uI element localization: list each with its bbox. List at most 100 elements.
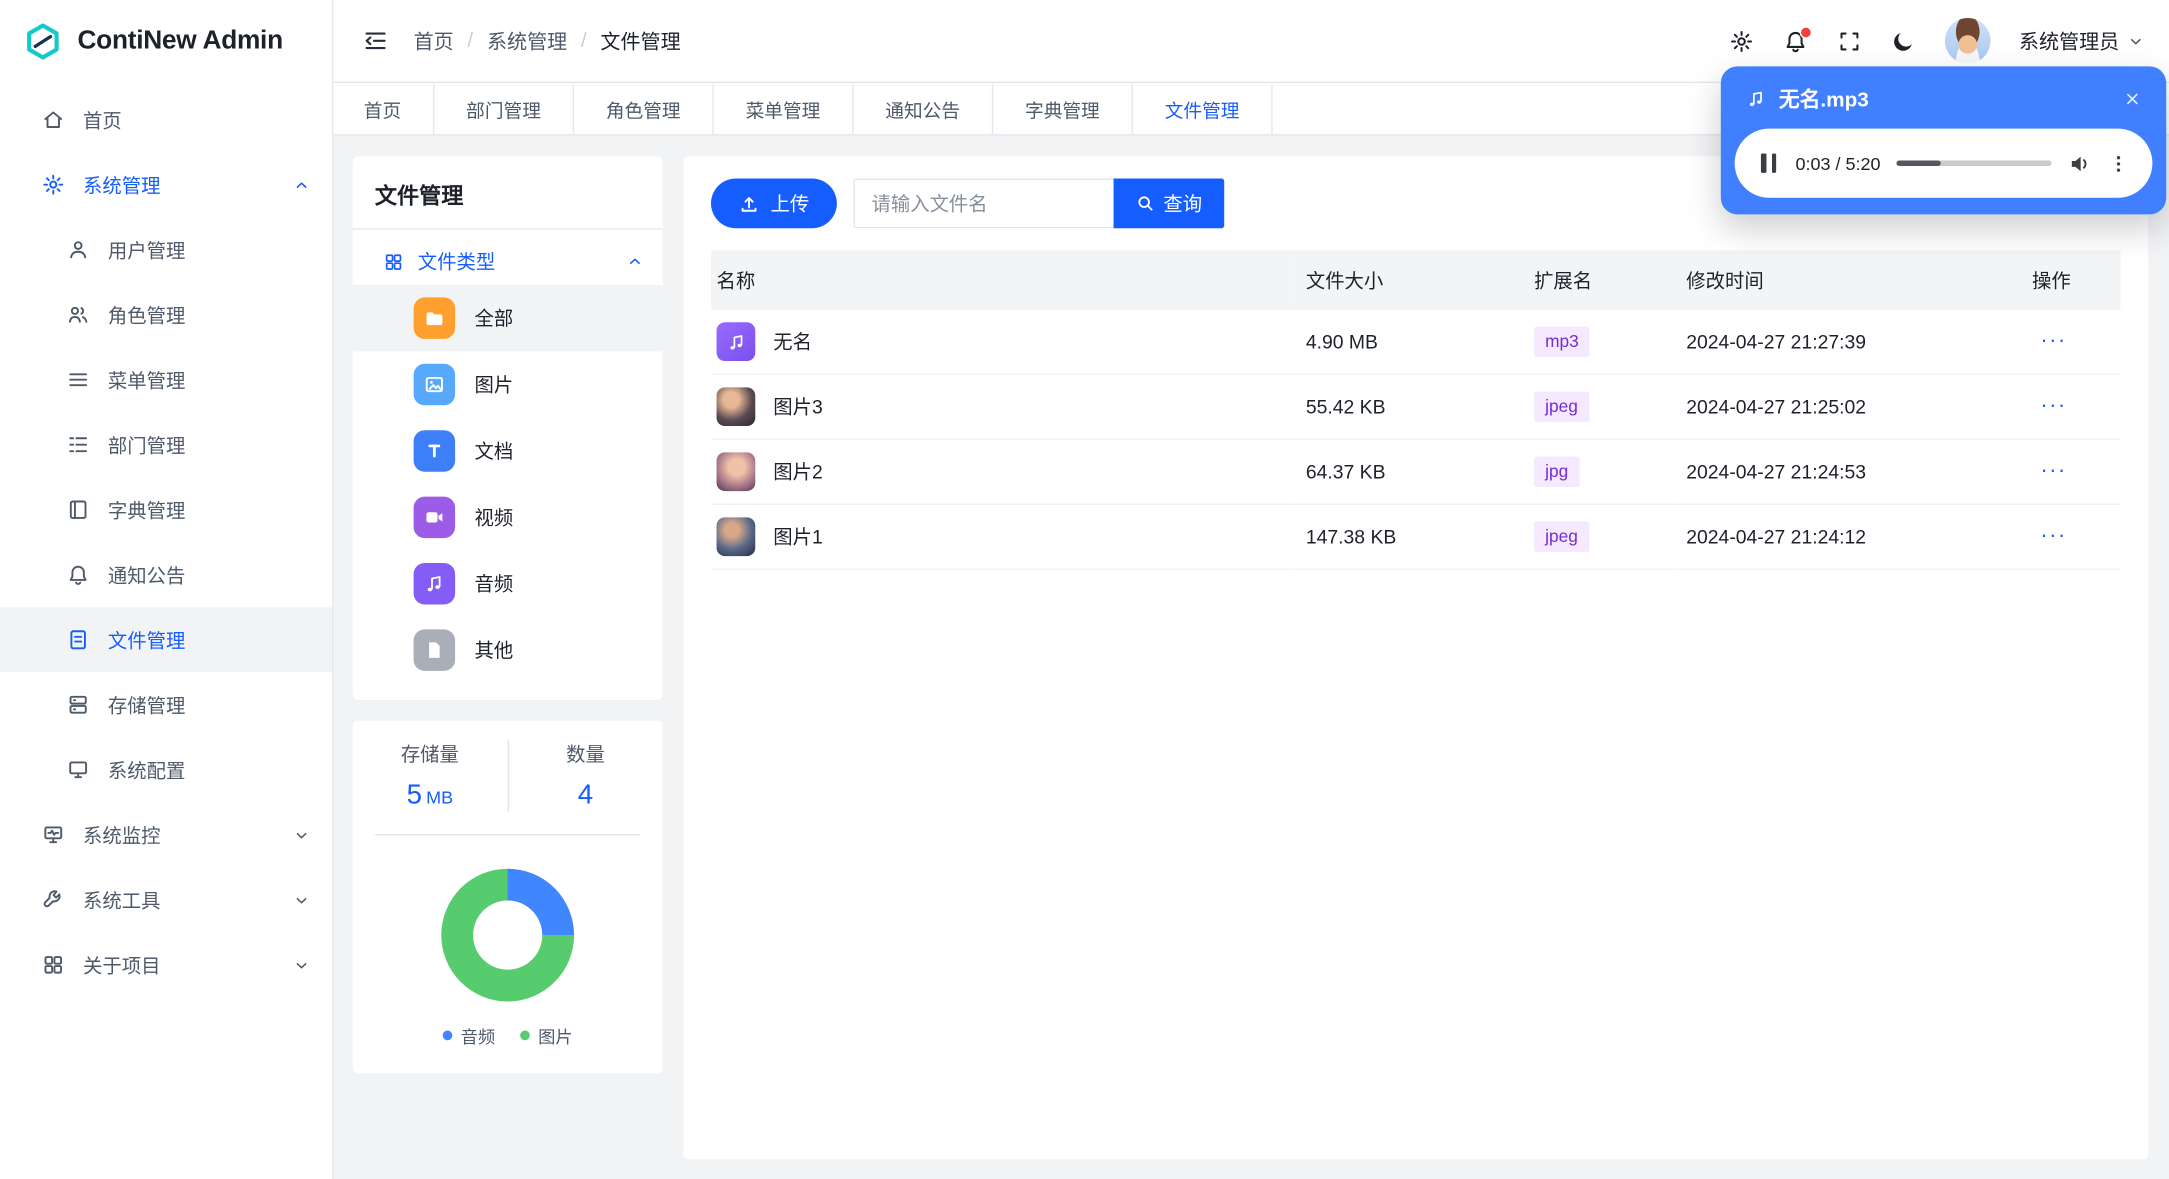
file-type-label: 视频 (474, 506, 514, 529)
sidebar-item-user-management[interactable]: 用户管理 (0, 217, 332, 282)
sidebar-collapse-button[interactable] (357, 22, 394, 59)
image-thumbnail (716, 517, 756, 557)
column-header-modified: 修改时间 (1675, 250, 2021, 310)
file-type-image[interactable]: 图片 (353, 351, 663, 417)
audio-title: 无名.mp3 (1778, 88, 1869, 113)
search-button[interactable]: 查询 (1113, 178, 1225, 229)
main-content: 文件管理 文件类型 全部 图片 文档 视频 音频 其他 存储量 5 MB 数量 … (331, 135, 2169, 1179)
file-size: 55.42 KB (1294, 374, 1524, 440)
legend-item-audio: 音频 (442, 1022, 495, 1048)
table-row: 图片2 64.37 KB jpg 2024-04-27 21:24:53 ··· (711, 439, 2121, 505)
sidebar-item-system-tools[interactable]: 系统工具 (0, 867, 332, 932)
app-window: ContiNew Admin 首页 系统管理 用户管理 角色管理 菜单管理 部门… (0, 0, 2169, 1179)
count-stat: 数量 4 (508, 740, 662, 812)
sidebar-item-menu-management[interactable]: 菜单管理 (0, 347, 332, 412)
row-actions-button[interactable]: ··· (2032, 456, 2075, 486)
tab-dict[interactable]: 字典管理 (993, 84, 1133, 135)
file-size: 147.38 KB (1294, 504, 1524, 570)
sidebar-item-about-project[interactable]: 关于项目 (0, 932, 332, 997)
file-type-tree-node[interactable]: 文件类型 (353, 230, 663, 285)
file-type-document[interactable]: 文档 (353, 418, 663, 484)
sidebar-item-dict-management[interactable]: 字典管理 (0, 477, 332, 542)
sidebar-item-notice[interactable]: 通知公告 (0, 542, 332, 607)
breadcrumb-home[interactable]: 首页 (414, 26, 454, 55)
sidebar-menu: 首页 系统管理 用户管理 角色管理 菜单管理 部门管理 字典管理 通知公告 文件… (0, 83, 332, 997)
audio-player-header: 无名.mp3 (1735, 77, 2153, 128)
sidebar-item-system-config[interactable]: 系统配置 (0, 737, 332, 802)
row-actions-button[interactable]: ··· (2032, 326, 2075, 356)
close-button[interactable] (2121, 87, 2145, 111)
tab-menu[interactable]: 菜单管理 (714, 84, 854, 135)
user-menu[interactable]: 系统管理员 (2019, 26, 2144, 55)
file-size: 64.37 KB (1294, 439, 1524, 505)
chevron-down-icon (293, 957, 310, 974)
sidebar-item-home[interactable]: 首页 (0, 87, 332, 152)
logo-icon (27, 23, 59, 60)
column-header-actions: 操作 (2020, 250, 2121, 310)
sidebar-item-storage-management[interactable]: 存储管理 (0, 672, 332, 737)
music-icon (413, 562, 456, 605)
sidebar-item-department-management[interactable]: 部门管理 (0, 412, 332, 477)
monitor-pulse-icon (41, 823, 65, 847)
tab-department[interactable]: 部门管理 (434, 84, 575, 135)
seek-slider[interactable] (1897, 160, 2052, 166)
row-actions-button[interactable]: ··· (2032, 391, 2075, 421)
music-file-icon (716, 322, 756, 362)
upload-button[interactable]: 上传 (711, 178, 837, 229)
tab-file-management[interactable]: 文件管理 (1133, 84, 1273, 135)
chevron-down-icon (2130, 38, 2141, 44)
sidebar-item-system-management[interactable]: 系统管理 (0, 152, 332, 217)
legend-dot (520, 1030, 530, 1041)
file-type-label: 其他 (474, 639, 514, 662)
storage-icon (66, 693, 90, 717)
tab-role[interactable]: 角色管理 (574, 84, 714, 135)
volume-button[interactable] (2068, 151, 2092, 175)
storage-number: 5 (406, 780, 422, 811)
storage-unit: MB (426, 787, 454, 808)
sidebar-item-file-management[interactable]: 文件管理 (0, 607, 332, 673)
storage-label: 存储量 (400, 742, 459, 765)
row-actions-button[interactable]: ··· (2032, 522, 2075, 552)
gear-icon (1730, 30, 1752, 52)
stats-row: 存储量 5 MB 数量 4 (353, 740, 663, 812)
chevron-up-icon (627, 253, 644, 270)
player-progress-fill (1897, 160, 1941, 166)
playback-time: 0:03 / 5:20 (1795, 152, 1881, 174)
upload-label: 上传 (770, 192, 810, 215)
sidebar-item-system-monitor[interactable]: 系统监控 (0, 802, 332, 867)
app-logo: ContiNew Admin (0, 0, 332, 83)
sidebar-item-role-management[interactable]: 角色管理 (0, 282, 332, 347)
user-icon (66, 238, 90, 262)
sidebar-item-label: 字典管理 (107, 498, 186, 521)
search-input[interactable] (853, 178, 1114, 229)
file-type-label: 图片 (474, 373, 514, 396)
file-modified-time: 2024-04-27 21:24:12 (1675, 504, 2021, 570)
breadcrumb-system-management[interactable]: 系统管理 (487, 26, 567, 55)
sidebar-item-label: 存储管理 (107, 693, 186, 716)
file-modified-time: 2024-04-27 21:27:39 (1675, 309, 2021, 375)
column-header-ext: 扩展名 (1523, 250, 1676, 310)
file-type-audio[interactable]: 音频 (353, 551, 663, 617)
tree-title: 文件类型 (417, 250, 496, 273)
user-avatar[interactable] (1944, 17, 1990, 64)
file-modified-time: 2024-04-27 21:24:53 (1675, 439, 2021, 505)
pause-button[interactable] (1758, 151, 1779, 176)
notifications-button[interactable] (1782, 25, 1812, 53)
monitor-icon (66, 758, 90, 782)
file-type-label: 文档 (474, 439, 514, 463)
fullscreen-button[interactable] (1836, 28, 1861, 53)
file-type-other[interactable]: 其他 (353, 617, 663, 683)
topbar-actions: 系统管理员 (1728, 17, 2144, 64)
file-type-video[interactable]: 视频 (353, 484, 663, 550)
file-type-all[interactable]: 全部 (352, 284, 663, 352)
menu-fold-icon (365, 32, 386, 50)
sidebar-item-label: 系统管理 (82, 173, 161, 196)
storage-stat: 存储量 5 MB (353, 740, 507, 812)
tab-notice[interactable]: 通知公告 (853, 84, 994, 135)
more-options-button[interactable] (2108, 153, 2129, 174)
settings-button[interactable] (1728, 28, 1753, 53)
file-name: 图片1 (773, 525, 823, 548)
tab-home[interactable]: 首页 (332, 84, 435, 135)
breadcrumb-current: 文件管理 (600, 31, 681, 54)
dark-mode-button[interactable] (1890, 28, 1915, 53)
